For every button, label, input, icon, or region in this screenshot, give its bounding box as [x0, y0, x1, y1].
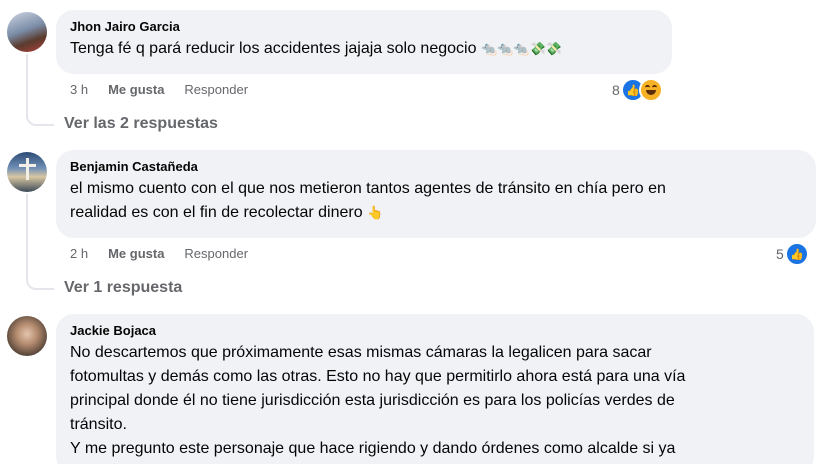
view-replies-link[interactable]: Ver las 2 respuestas: [64, 115, 218, 133]
cross-icon: [26, 158, 29, 180]
comment-text: No descartemos que próximamente esas mis…: [70, 344, 686, 457]
comment-bubble: Benjamin Castañeda el mismo cuento con e…: [56, 150, 816, 238]
comments-section: Jhon Jairo Garcia Tenga fé q pará reduci…: [0, 0, 818, 464]
comment-bubble: Jhon Jairo Garcia Tenga fé q pará reduci…: [56, 10, 672, 74]
thread-connector: [26, 194, 54, 290]
reaction-count: 5: [776, 246, 784, 262]
view-replies-link[interactable]: Ver 1 respuesta: [64, 279, 182, 297]
like-button[interactable]: Me gusta: [108, 82, 164, 97]
comment-emojis: 🐀🐀🐀💸💸: [480, 41, 562, 56]
reaction-summary[interactable]: 5 👍: [776, 242, 809, 266]
comment-text: Tenga fé q pará reducir los accidentes j…: [70, 40, 477, 57]
comment-actions: 3 h Me gusta Responder: [70, 82, 248, 97]
reply-button[interactable]: Responder: [184, 246, 248, 261]
like-button[interactable]: Me gusta: [108, 246, 164, 261]
comment-time[interactable]: 3 h: [70, 82, 88, 97]
like-icon: 👍: [784, 242, 809, 266]
comment-actions: 2 h Me gusta Responder: [70, 246, 248, 261]
comment-time[interactable]: 2 h: [70, 246, 88, 261]
reply-button[interactable]: Responder: [184, 82, 248, 97]
comment-author[interactable]: Benjamin Castañeda: [70, 158, 804, 176]
avatar[interactable]: [7, 152, 47, 192]
comment-emojis: 👆: [367, 205, 384, 220]
avatar[interactable]: [7, 12, 47, 52]
reaction-summary[interactable]: 8 👍: [612, 78, 663, 102]
reaction-count: 8: [612, 82, 620, 98]
comment-author[interactable]: Jhon Jairo Garcia: [70, 18, 660, 36]
avatar[interactable]: [7, 316, 47, 356]
comment-bubble: Jackie Bojaca No descartemos que próxima…: [56, 314, 814, 464]
thread-connector: [26, 54, 54, 126]
haha-icon: [638, 78, 663, 102]
comment-author[interactable]: Jackie Bojaca: [70, 322, 802, 340]
